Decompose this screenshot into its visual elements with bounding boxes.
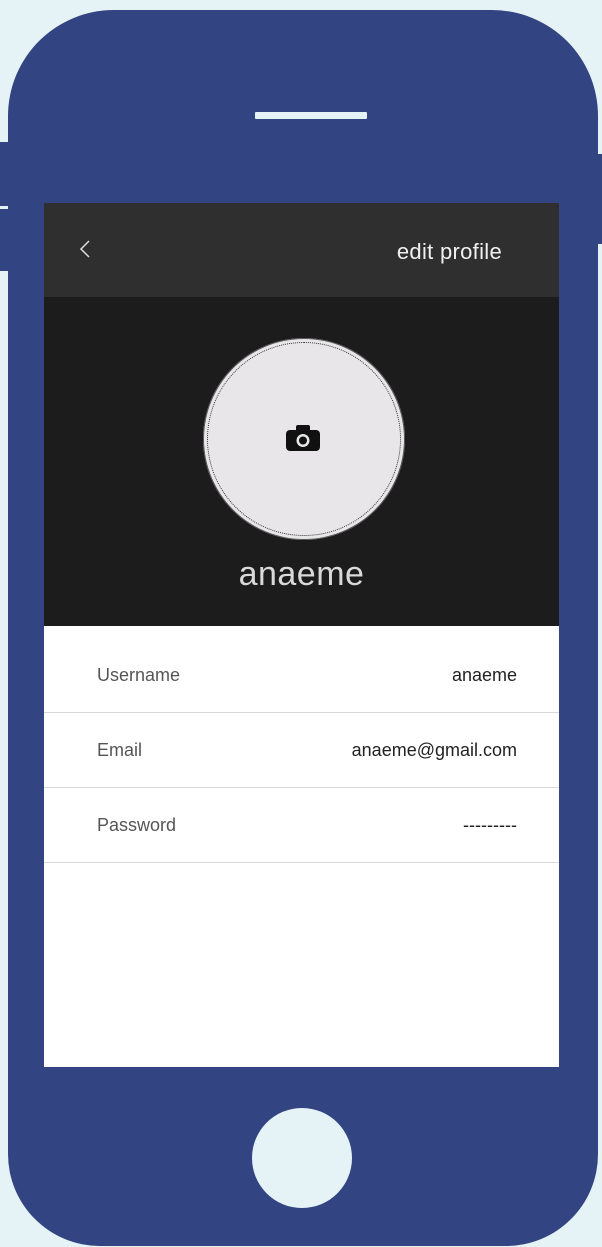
home-button[interactable] <box>252 1108 352 1208</box>
email-row[interactable]: Email anaeme@gmail.com <box>44 713 559 788</box>
profile-display-name: anaeme <box>238 555 365 593</box>
email-label: Email <box>97 740 143 760</box>
email-value: anaeme@gmail.com <box>351 740 517 760</box>
username-label: Username <box>97 665 181 685</box>
username-row[interactable]: Username anaeme <box>44 626 559 713</box>
top-bar: edit profile <box>44 203 559 297</box>
chevron-left-icon[interactable] <box>74 237 98 261</box>
app-screen: edit profile anaeme Username anaeme Emai… <box>44 203 559 1067</box>
profile-header: anaeme <box>44 297 559 626</box>
profile-fields: Username anaeme Email anaeme@gmail.com P… <box>44 626 559 863</box>
page-title: edit profile <box>396 239 502 264</box>
camera-icon <box>285 424 321 452</box>
speaker-grille <box>255 112 367 119</box>
password-row[interactable]: Password --------- <box>44 788 559 863</box>
avatar-upload[interactable] <box>203 338 405 540</box>
password-label: Password <box>97 815 177 835</box>
username-value: anaeme <box>451 665 517 685</box>
password-value: --------- <box>463 815 517 835</box>
